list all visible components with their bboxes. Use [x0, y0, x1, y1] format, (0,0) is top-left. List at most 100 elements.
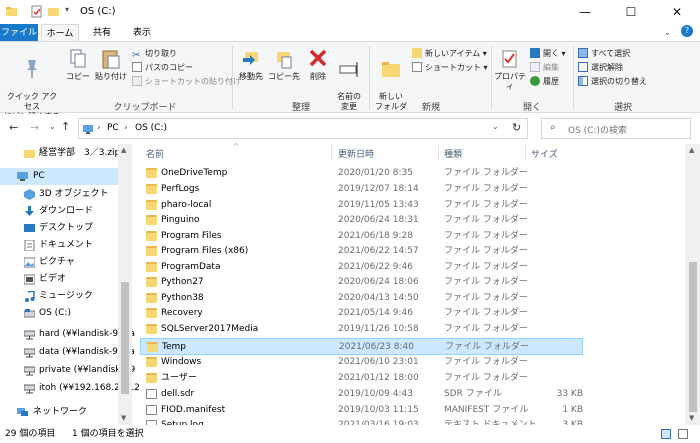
- breadcrumb-drive[interactable]: OS (C:): [135, 123, 167, 133]
- column-header-name[interactable]: 名前: [146, 147, 164, 160]
- nav-item-network-drive[interactable]: itoh (¥¥192.168.254.2: [0, 380, 140, 397]
- ribbon-tabs: ファイル ホーム 共有 表示 ⌄ ?: [0, 24, 700, 42]
- select-none-label: 選択解除: [591, 63, 623, 72]
- file-name: Recovery: [161, 308, 203, 318]
- copy-button[interactable]: コピー: [64, 48, 92, 82]
- select-all-button[interactable]: すべて選択: [578, 48, 630, 60]
- table-row[interactable]: SQLServer2017Media 2019/11/26 10:58 ファイル フ…: [140, 321, 583, 338]
- nav-label: ドキュメント: [39, 240, 94, 250]
- new-folder-quick-icon[interactable]: [47, 5, 60, 18]
- copy-path-button[interactable]: パスのコピー: [132, 62, 193, 74]
- scroll-up-icon[interactable]: ▲: [689, 146, 694, 154]
- properties-quick-icon[interactable]: [30, 5, 43, 18]
- properties-button[interactable]: プロパティ: [493, 48, 527, 92]
- scrollbar-thumb[interactable]: [121, 282, 129, 394]
- select-none-button[interactable]: 選択解除: [578, 62, 623, 74]
- cut-button[interactable]: ✂ 切り取り: [132, 48, 177, 61]
- paste-shortcut-button[interactable]: ショートカットの貼り付け: [132, 76, 241, 88]
- column-header-date[interactable]: 更新日時: [338, 147, 374, 160]
- file-name: Python27: [161, 277, 204, 287]
- nav-item-network[interactable]: ネットワーク: [0, 404, 118, 421]
- search-input[interactable]: OS (C:)の検索: [568, 123, 627, 136]
- tab-share[interactable]: 共有: [84, 24, 120, 42]
- table-row[interactable]: dell.sdr 2019/10/09 4:43 SDR ファイル 33 KB: [140, 386, 583, 403]
- file-list-scrollbar[interactable]: ▲ ▼: [685, 144, 700, 425]
- help-icon[interactable]: ?: [681, 25, 693, 37]
- scroll-up-icon[interactable]: ▲: [121, 146, 126, 154]
- invert-selection-button[interactable]: 選択の切り替え: [578, 76, 647, 88]
- move-to-button[interactable]: 移動先: [236, 48, 266, 82]
- table-row[interactable]: ユーザー 2021/01/12 18:00 ファイル フォルダー: [140, 370, 583, 387]
- column-divider[interactable]: [438, 144, 439, 161]
- tab-file[interactable]: ファイル: [0, 24, 38, 42]
- large-icons-view-icon[interactable]: [678, 429, 688, 439]
- delete-button[interactable]: 削除: [305, 48, 331, 82]
- file-name: dell.sdr: [161, 389, 195, 399]
- recent-locations-icon[interactable]: ⌄: [49, 122, 56, 131]
- forward-arrow-icon[interactable]: →: [30, 121, 39, 134]
- column-header-type[interactable]: 種類: [444, 147, 462, 160]
- nav-item-3d-objects[interactable]: 3D オブジェクト: [0, 186, 118, 203]
- refresh-icon[interactable]: ↻: [512, 121, 521, 134]
- nav-scrollbar[interactable]: ▲ ▼: [118, 144, 132, 425]
- nav-item-desktop[interactable]: デスクトップ: [0, 220, 118, 237]
- address-dropdown-icon[interactable]: ⌄: [492, 122, 499, 131]
- table-row[interactable]: Program Files (x86) 2021/06/22 14:57 ファイル …: [140, 243, 583, 260]
- back-arrow-icon[interactable]: ←: [9, 121, 18, 134]
- select-all-icon: [578, 48, 588, 58]
- nav-item-pictures[interactable]: ピクチャ: [0, 254, 118, 271]
- edit-button[interactable]: 編集: [530, 62, 559, 74]
- nav-item-music[interactable]: ミュージック: [0, 288, 118, 305]
- address-bar[interactable]: › PC › OS (C:) ⌄ ↻: [78, 118, 528, 139]
- tab-home[interactable]: ホーム: [41, 24, 79, 42]
- open-button[interactable]: 開く ▾: [530, 48, 566, 60]
- customize-quick-access-icon[interactable]: ▾: [65, 5, 69, 14]
- new-item-button[interactable]: 新しいアイテム ▾: [412, 48, 487, 60]
- table-row[interactable]: Temp 2021/06/23 8:40 ファイル フォルダー: [140, 338, 583, 355]
- minimize-button[interactable]: —: [562, 0, 608, 24]
- close-button[interactable]: ✕: [654, 0, 700, 24]
- collapse-ribbon-icon[interactable]: ⌄: [664, 28, 671, 37]
- nav-item-downloads[interactable]: ダウンロード: [0, 203, 118, 220]
- copy-to-button[interactable]: コピー先: [268, 48, 300, 82]
- table-row[interactable]: Recovery 2021/05/14 9:46 ファイル フォルダー: [140, 305, 583, 322]
- scroll-down-icon[interactable]: ▼: [689, 414, 694, 422]
- column-divider[interactable]: [331, 144, 332, 161]
- details-view-icon[interactable]: [661, 429, 671, 439]
- table-row[interactable]: OneDriveTemp 2020/01/20 8:35 ファイル フォルダー: [140, 165, 583, 182]
- history-button[interactable]: 履歴: [530, 76, 559, 88]
- easy-access-button[interactable]: ショートカット ▾: [412, 62, 488, 74]
- nav-item-drive-c[interactable]: OS (C:): [0, 305, 118, 322]
- table-row[interactable]: Python27 2020/06/24 18:06 ファイル フォルダー: [140, 274, 583, 291]
- scroll-down-icon[interactable]: ▼: [121, 414, 126, 422]
- file-date: 2021/01/12 18:00: [338, 373, 419, 383]
- up-arrow-icon[interactable]: ↑: [61, 120, 70, 133]
- pin-quick-access-button[interactable]: クイック アクセス にピン留めする: [4, 48, 60, 122]
- pictures-icon: [24, 257, 35, 268]
- pin-icon: [27, 60, 37, 78]
- breadcrumb-pc[interactable]: PC: [107, 123, 119, 133]
- tab-view[interactable]: 表示: [124, 24, 160, 42]
- folder-icon: [146, 184, 157, 194]
- table-row[interactable]: Windows 2021/06/10 23:01 ファイル フォルダー: [140, 354, 583, 371]
- file-date: 2019/12/07 18:14: [338, 184, 419, 194]
- file-name: SQLServer2017Media: [161, 324, 259, 334]
- table-row[interactable]: PerfLogs 2019/12/07 18:14 ファイル フォルダー: [140, 181, 583, 198]
- search-box[interactable]: ⌕ OS (C:)の検索: [541, 118, 691, 139]
- nav-item-zip[interactable]: 経営学部 3／3.zip: [0, 145, 120, 162]
- folder-icon: [146, 200, 157, 210]
- nav-item-network-drive[interactable]: data (¥¥landisk-99ba: [0, 344, 135, 361]
- nav-item-documents[interactable]: ドキュメント: [0, 237, 118, 254]
- file-type: ファイル フォルダー: [444, 277, 528, 287]
- nav-item-network-drive[interactable]: hard (¥¥landisk-99ba: [0, 326, 135, 343]
- nav-item-pc[interactable]: PC: [0, 168, 118, 185]
- column-header-size[interactable]: サイズ: [531, 147, 558, 160]
- nav-item-network-drive[interactable]: private (¥¥landisk-99: [0, 362, 135, 379]
- paste-button[interactable]: 貼り付け: [95, 48, 127, 82]
- column-divider[interactable]: [525, 144, 526, 161]
- table-row[interactable]: Pinguino 2020/06/24 18:31 ファイル フォルダー: [140, 212, 583, 229]
- maximize-button[interactable]: ☐: [608, 0, 654, 24]
- folder-icon: [146, 246, 157, 256]
- scrollbar-thumb[interactable]: [689, 262, 697, 412]
- nav-item-videos[interactable]: ビデオ: [0, 271, 118, 288]
